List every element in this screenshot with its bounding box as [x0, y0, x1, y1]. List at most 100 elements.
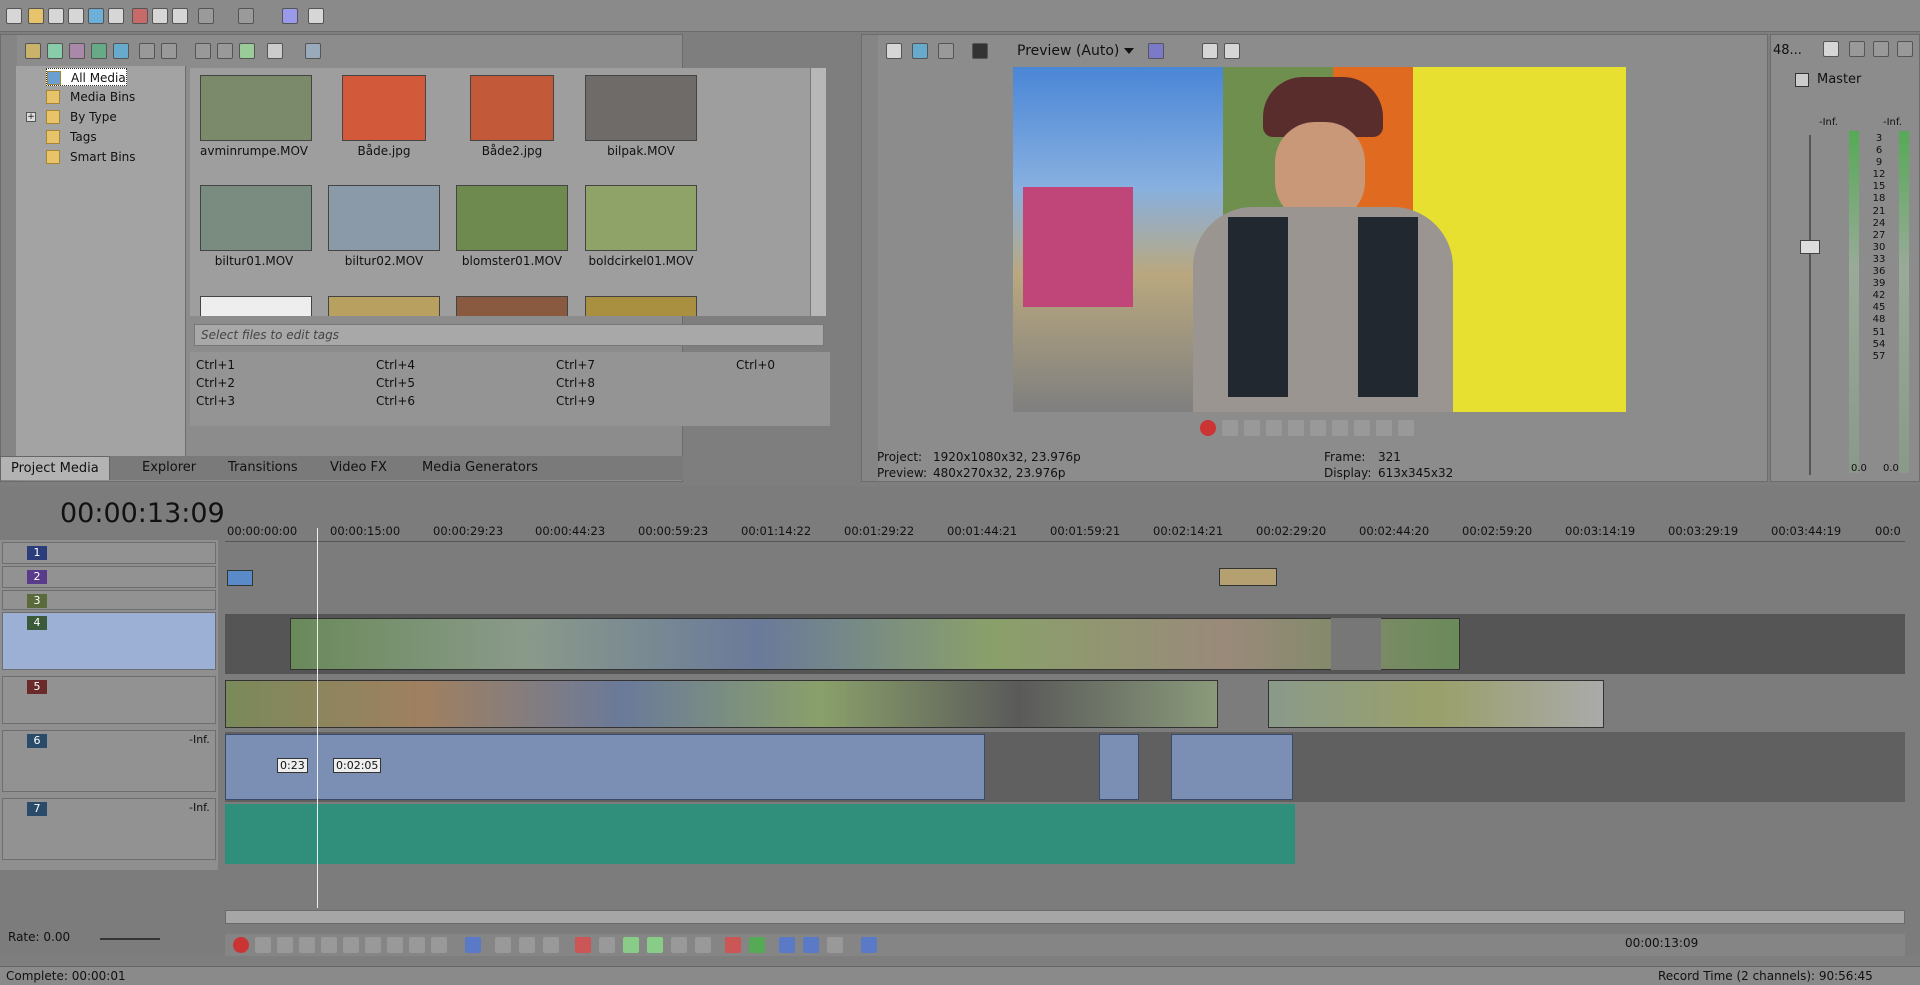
- playhead-cursor[interactable]: [317, 528, 318, 908]
- media-thumbnail[interactable]: [585, 185, 697, 251]
- media-thumbnail[interactable]: [585, 75, 697, 141]
- audio-event[interactable]: [1171, 734, 1293, 800]
- trim-end-icon[interactable]: [647, 937, 663, 953]
- tree-item-all-media[interactable]: All Media: [46, 68, 127, 86]
- tree-item-tags[interactable]: Tags: [46, 128, 97, 146]
- tab-project-media[interactable]: Project Media: [0, 456, 110, 480]
- media-thumbnail[interactable]: [456, 185, 568, 251]
- external-monitor-icon[interactable]: [912, 43, 928, 59]
- panel-grip[interactable]: [862, 35, 878, 481]
- tags-input[interactable]: Select files to edit tags: [194, 324, 824, 346]
- trim-icon[interactable]: [599, 937, 615, 953]
- tree-item-smart-bins[interactable]: Smart Bins: [46, 148, 136, 166]
- downmix-icon[interactable]: [1849, 41, 1865, 57]
- shortcut-label[interactable]: Ctrl+8: [556, 376, 595, 390]
- shortcut-label[interactable]: Ctrl+6: [376, 394, 415, 408]
- go-to-start-icon[interactable]: [1332, 420, 1348, 436]
- auto-preview-icon[interactable]: [239, 43, 255, 59]
- video-preview-properties-icon[interactable]: [886, 43, 902, 59]
- audio-event[interactable]: [1099, 734, 1139, 800]
- undo-icon[interactable]: [198, 8, 214, 24]
- new-icon[interactable]: [6, 8, 22, 24]
- media-thumbnail[interactable]: [470, 75, 554, 141]
- stop-icon[interactable]: [1310, 420, 1326, 436]
- shortcut-label[interactable]: Ctrl+4: [376, 358, 415, 372]
- go-to-end-icon[interactable]: [1354, 420, 1370, 436]
- overlays-icon[interactable]: [1148, 43, 1164, 59]
- snapping-icon[interactable]: [779, 937, 795, 953]
- next-frame-icon[interactable]: [1398, 420, 1414, 436]
- import-media-icon[interactable]: [25, 43, 41, 59]
- timeline-horizontal-scrollbar[interactable]: [225, 910, 1905, 924]
- tab-explorer[interactable]: Explorer: [132, 456, 206, 480]
- save-snapshot-icon[interactable]: [1224, 43, 1240, 59]
- pause-icon[interactable]: [321, 937, 337, 953]
- tree-item-media-bins[interactable]: Media Bins: [46, 88, 135, 106]
- media-thumbnail[interactable]: [342, 75, 426, 141]
- copy-snapshot-icon[interactable]: [1202, 43, 1218, 59]
- shortcut-label[interactable]: Ctrl+2: [196, 376, 235, 390]
- edit-tool-icon[interactable]: [465, 937, 481, 953]
- search-icon[interactable]: [305, 43, 321, 59]
- video-event[interactable]: [225, 680, 1218, 728]
- split-screen-icon[interactable]: [938, 43, 954, 59]
- insert-region-icon[interactable]: [749, 937, 765, 953]
- track-header-3[interactable]: 3: [2, 590, 216, 610]
- master-fader-handle[interactable]: [1800, 240, 1820, 254]
- mute-icon[interactable]: [1897, 41, 1913, 57]
- auto-crossfade-icon[interactable]: [803, 937, 819, 953]
- cut-icon[interactable]: [132, 8, 148, 24]
- track-header-1[interactable]: 1: [2, 542, 216, 564]
- paste-icon[interactable]: [172, 8, 188, 24]
- insert-marker-icon[interactable]: [725, 937, 741, 953]
- media-thumbnail[interactable]: [456, 296, 568, 316]
- record-icon[interactable]: [233, 937, 249, 953]
- previous-frame-icon[interactable]: [409, 937, 425, 953]
- ripple-edit-icon[interactable]: [827, 937, 843, 953]
- remove-media-icon[interactable]: [139, 43, 155, 59]
- play-icon[interactable]: [299, 937, 315, 953]
- get-photos-icon[interactable]: [91, 43, 107, 59]
- preview-quality-icon[interactable]: [972, 43, 988, 59]
- shortcut-label[interactable]: Ctrl+7: [556, 358, 595, 372]
- media-thumbnail[interactable]: [328, 185, 440, 251]
- shortcut-label[interactable]: Ctrl+5: [376, 376, 415, 390]
- video-event[interactable]: [290, 618, 1460, 670]
- media-scrollbar[interactable]: [810, 68, 826, 316]
- shortcut-label[interactable]: Ctrl+1: [196, 358, 235, 372]
- track-header-7[interactable]: 7 -Inf.: [2, 798, 216, 860]
- media-thumbnail[interactable]: [200, 185, 312, 251]
- go-to-start-icon[interactable]: [365, 937, 381, 953]
- save-as-icon[interactable]: [68, 8, 84, 24]
- play-from-start-icon[interactable]: [277, 937, 293, 953]
- media-thumbnail[interactable]: [328, 296, 440, 316]
- rate-slider[interactable]: [100, 938, 160, 940]
- next-frame-icon[interactable]: [431, 937, 447, 953]
- video-event[interactable]: [1219, 568, 1277, 586]
- tab-video-fx[interactable]: Video FX: [320, 456, 397, 480]
- lock-icon[interactable]: [695, 937, 711, 953]
- preview-quality-dropdown[interactable]: Preview (Auto): [1017, 41, 1119, 61]
- timeline-ruler[interactable]: 00:00:00:00 00:00:15:00 00:00:29:23 00:0…: [225, 520, 1905, 542]
- media-fx-icon[interactable]: [113, 43, 129, 59]
- video-event[interactable]: [1268, 680, 1604, 728]
- panel-grip[interactable]: [1, 35, 17, 481]
- shortcut-label[interactable]: Ctrl+9: [556, 394, 595, 408]
- capture-icon[interactable]: [47, 43, 63, 59]
- track-header-6[interactable]: 6 -Inf.: [2, 730, 216, 792]
- envelope-tool-icon[interactable]: [495, 937, 511, 953]
- split-icon[interactable]: [671, 937, 687, 953]
- views-icon[interactable]: [267, 43, 283, 59]
- shortcut-label[interactable]: Ctrl+0: [736, 358, 775, 372]
- record-icon[interactable]: [1200, 420, 1216, 436]
- lock-envelopes-icon[interactable]: [861, 937, 877, 953]
- chevron-down-icon[interactable]: [1124, 48, 1134, 54]
- save-icon[interactable]: [48, 8, 64, 24]
- go-to-end-icon[interactable]: [387, 937, 403, 953]
- open-icon[interactable]: [28, 8, 44, 24]
- trim-start-icon[interactable]: [623, 937, 639, 953]
- loop-icon[interactable]: [1222, 420, 1238, 436]
- previous-frame-icon[interactable]: [1376, 420, 1392, 436]
- track-header-4[interactable]: 4: [2, 612, 216, 670]
- audio-waveform[interactable]: [225, 804, 1295, 864]
